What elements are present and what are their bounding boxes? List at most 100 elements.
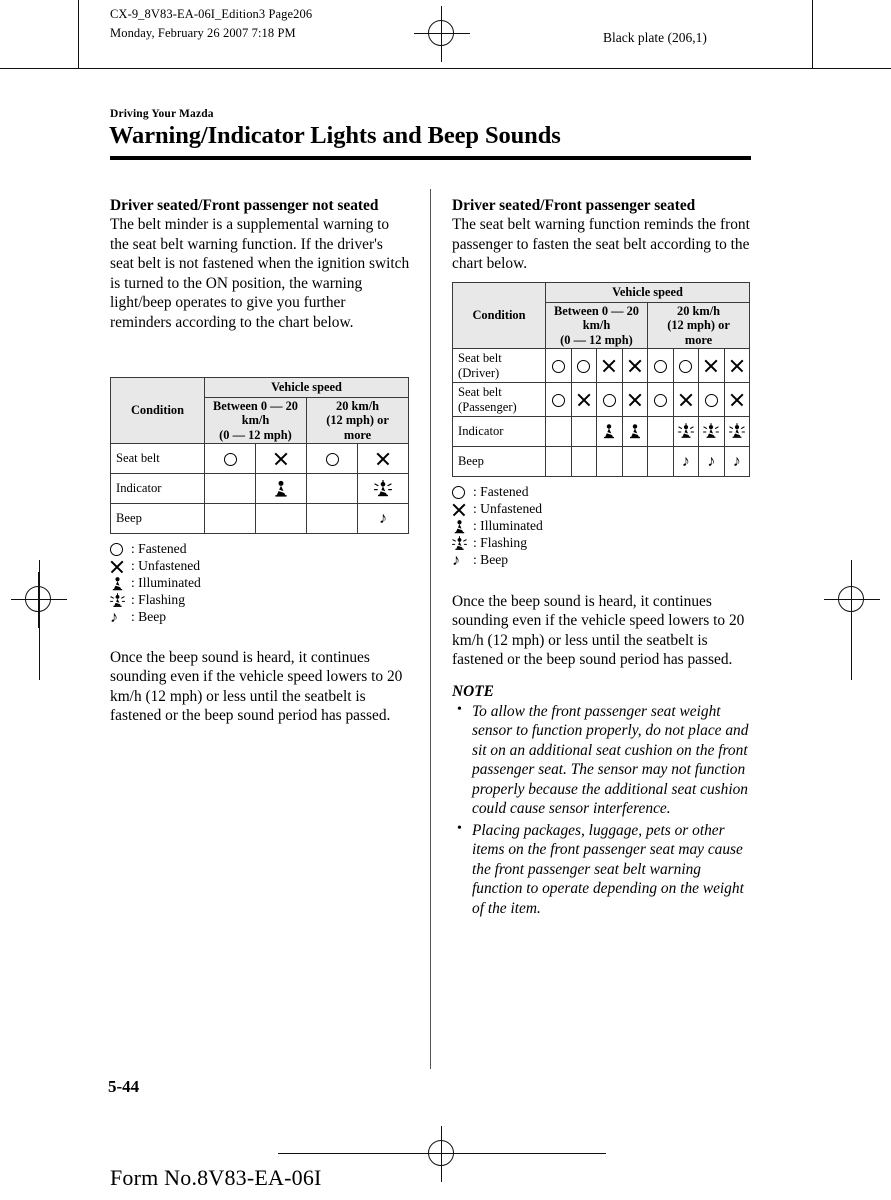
cell-beep-1 [545, 446, 572, 477]
row-label-beep: Beep [452, 446, 546, 477]
header-speed-low: Between 0 — 20 km/h (0 — 12 mph) [204, 397, 307, 444]
cell-beep-7: ♪ [698, 446, 725, 477]
header-speed-low-line2: km/h [241, 413, 270, 428]
print-header-timestamp: Monday, February 26 2007 7:18 PM [110, 26, 296, 41]
column-divider [430, 189, 431, 1069]
registration-mark-top [414, 6, 470, 62]
header-speed-low-line1: Between 0 — 20 [554, 303, 639, 318]
circle-icon [679, 359, 693, 373]
registration-mark-left [11, 572, 67, 628]
cell-driver-8 [723, 348, 751, 383]
cell-passenger-5 [647, 382, 674, 417]
cell-indicator-8 [723, 416, 751, 447]
header-speed-high-line1: 20 km/h [677, 303, 721, 318]
seatbelt-lamp-flashing-icon [677, 423, 695, 440]
list-item: • To allow the front passenger seat weig… [452, 702, 749, 819]
cell-driver-6 [672, 348, 699, 383]
table-header-row-group: Condition Vehicle speed [452, 282, 751, 349]
crop-rule-bottom [278, 1153, 414, 1154]
right-intro-paragraph: The seat belt warning function reminds t… [452, 216, 750, 273]
cross-icon [376, 452, 390, 466]
table-row: Seat belt [110, 443, 410, 474]
print-header-filename: CX-9_8V83-EA-06I_Edition3 Page206 [110, 7, 313, 21]
legend-label: : Beep [473, 552, 509, 568]
legend-label: : Illuminated [473, 518, 543, 534]
note-text: To allow the front passenger seat weight… [472, 702, 749, 818]
registration-horizontal-bar [414, 33, 470, 34]
crop-mark-top-right [812, 0, 813, 68]
legend-label: : Illuminated [131, 575, 201, 591]
list-item: • Placing packages, luggage, pets or oth… [452, 821, 749, 918]
cross-icon [602, 359, 616, 373]
table-row: Beep ♪ [110, 503, 410, 534]
cell-passenger-2 [570, 382, 597, 417]
cell-driver-7 [698, 348, 725, 383]
left-closing-paragraph: Once the beep sound is heard, it continu… [110, 649, 403, 725]
cell-indicator-5 [647, 416, 674, 447]
header-speed-high-line3: more [343, 427, 372, 442]
legend-item-illuminated: : Illuminated [110, 575, 408, 592]
legend-item-unfastened: : Unfastened [110, 558, 408, 575]
registration-vertical-bar [441, 1126, 442, 1182]
registration-vertical-bar [441, 6, 442, 62]
cell-seatbelt-4 [356, 443, 410, 474]
cross-icon [110, 560, 131, 574]
seatbelt-lamp-flashing-icon [702, 423, 720, 440]
seatbelt-lamp-icon [110, 576, 131, 591]
table-row: Indicator [110, 473, 410, 504]
header-speed-high-line1: 20 km/h [336, 398, 380, 413]
header-condition: Condition [110, 377, 205, 444]
right-column: Driver seated/Front passenger seated The… [452, 196, 752, 274]
legend-label: : Unfastened [473, 501, 543, 517]
legend-item-flashing: : Flashing [110, 592, 408, 609]
belt-minder-table-driver-only: Condition Vehicle speed Between 0 — 20 k… [110, 377, 410, 726]
cell-indicator-3 [306, 473, 358, 504]
cross-icon [452, 503, 473, 517]
circle-icon [577, 359, 591, 373]
cell-seatbelt-3 [306, 443, 358, 474]
circle-icon [653, 393, 667, 407]
table-driver-and-passenger: Condition Vehicle speed Between 0 — 20 k… [452, 282, 751, 477]
cross-icon [628, 393, 642, 407]
cell-beep-8: ♪ [723, 446, 751, 477]
table-row: Indicator [452, 416, 751, 447]
registration-horizontal-bar [824, 599, 880, 600]
row-label-seat-belt-passenger: Seat belt (Passenger) [452, 382, 546, 417]
header-vehicle-speed: Vehicle speed [544, 282, 751, 303]
bullet-icon: • [457, 701, 462, 717]
row-label-line1: Seat belt [458, 351, 502, 366]
cell-beep-3 [596, 446, 623, 477]
cross-icon [628, 359, 642, 373]
form-number: Form No.8V83-EA-06I [110, 1165, 322, 1190]
registration-mark-bottom [414, 1126, 470, 1182]
cell-beep-4 [621, 446, 648, 477]
circle-icon [452, 486, 473, 499]
cell-beep-2 [255, 503, 307, 534]
crop-rule-top [0, 68, 891, 69]
music-note-icon: ♪ [707, 452, 716, 470]
cross-icon [704, 359, 718, 373]
cell-passenger-3 [596, 382, 623, 417]
legend-label: : Fastened [473, 484, 529, 500]
cell-beep-5 [647, 446, 674, 477]
legend-item-beep: ♪ : Beep [110, 609, 408, 626]
cell-passenger-4 [621, 382, 648, 417]
music-note-icon: ♪ [452, 551, 460, 569]
header-speed-low-line1: Between 0 — 20 [213, 398, 298, 413]
cell-beep-3 [306, 503, 358, 534]
circle-icon [551, 359, 565, 373]
legend-left: : Fastened : Unfastened : Illuminated: … [110, 541, 408, 626]
crop-rule-bottom-right [470, 1153, 606, 1154]
registration-vertical-bar [851, 572, 852, 628]
legend-label: : Fastened [131, 541, 187, 557]
table-row: Seat belt (Driver) [452, 348, 751, 383]
seatbelt-lamp-flashing-icon [452, 536, 473, 551]
cell-indicator-6 [672, 416, 699, 447]
header-vehicle-speed: Vehicle speed [203, 377, 410, 398]
legend-item-illuminated: : Illuminated [452, 518, 749, 535]
left-column: Driver seated/Front passenger not seated… [110, 196, 410, 332]
circle-icon [223, 452, 237, 466]
seatbelt-lamp-flashing-icon [728, 423, 746, 440]
cross-icon [577, 393, 591, 407]
crop-mark-top-left [78, 0, 79, 68]
